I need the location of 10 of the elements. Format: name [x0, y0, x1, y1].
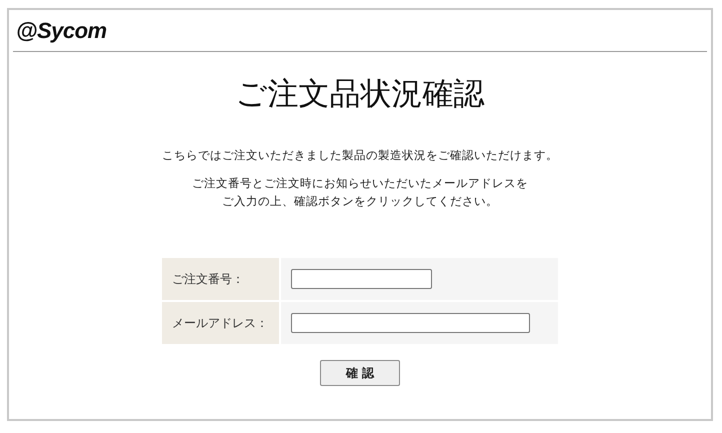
- field-label: ご注文番号：: [162, 258, 279, 300]
- logo: @Sycom: [16, 18, 107, 44]
- field-label: メールアドレス：: [162, 302, 279, 344]
- confirm-button[interactable]: 確 認: [320, 360, 400, 386]
- input-field[interactable]: [291, 269, 432, 289]
- intro-text: こちらではご注文いただきました製品の製造状況をご確認いただけます。: [162, 147, 558, 164]
- intro-text: ご注文番号とご注文時にお知らせいただいたメールアドレスを: [192, 175, 528, 192]
- page-title: ご注文品状況確認: [234, 75, 486, 114]
- intro-text: ご入力の上、確認ボタンをクリックしてください。: [222, 193, 498, 210]
- input-field[interactable]: [291, 313, 530, 333]
